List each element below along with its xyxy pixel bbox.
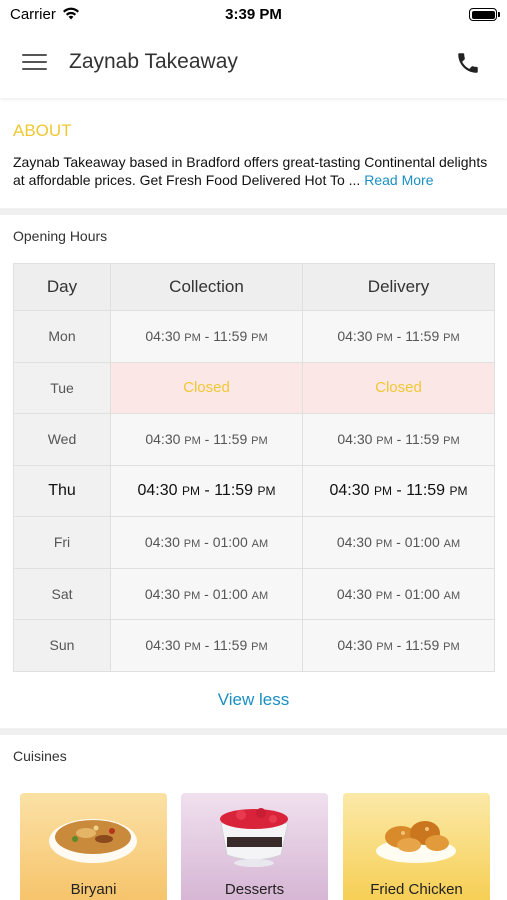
table-row: Mon 04:30 PM - 11:59 PM 04:30 PM - 11:59… bbox=[13, 310, 495, 363]
day-cell: Mon bbox=[13, 310, 111, 363]
collection-hours-cell: 04:30 PM - 01:00 AM bbox=[110, 516, 303, 569]
delivery-hours-cell: 04:30 PM - 11:59 PM bbox=[302, 413, 495, 466]
delivery-hours-cell: 04:30 PM - 01:00 AM bbox=[302, 516, 495, 569]
delivery-hours-cell: 04:30 PM - 11:59 PM bbox=[302, 619, 495, 672]
battery-icon bbox=[469, 8, 500, 21]
app-header: Zaynab Takeaway bbox=[0, 30, 507, 98]
column-header-day: Day bbox=[13, 263, 111, 311]
collection-hours-cell: 04:30 PM - 11:59 PM bbox=[110, 619, 303, 672]
day-cell: Fri bbox=[13, 516, 111, 569]
section-divider bbox=[0, 208, 507, 215]
collection-hours-cell: 04:30 PM - 11:59 PM bbox=[110, 310, 303, 363]
about-heading: ABOUT bbox=[13, 121, 72, 140]
day-cell: Wed bbox=[13, 413, 111, 466]
cuisine-card-fried-chicken[interactable]: Fried Chicken bbox=[343, 793, 490, 900]
view-less-link[interactable]: View less bbox=[0, 690, 507, 710]
delivery-hours-cell: 04:30 PM - 11:59 PM bbox=[302, 310, 495, 363]
clock: 3:39 PM bbox=[225, 6, 282, 23]
biryani-image bbox=[49, 819, 137, 863]
collection-hours-cell: 04:30 PM - 11:59 PM bbox=[110, 413, 303, 466]
table-row-today: Thu 04:30 PM - 11:59 PM 04:30 PM - 11:59… bbox=[13, 464, 495, 517]
page-title: Zaynab Takeaway bbox=[69, 50, 238, 73]
cuisine-label: Fried Chicken bbox=[370, 881, 463, 898]
collection-hours-cell: 04:30 PM - 11:59 PM bbox=[110, 464, 303, 517]
table-row: Wed 04:30 PM - 11:59 PM 04:30 PM - 11:59… bbox=[13, 413, 495, 466]
table-row: Sat 04:30 PM - 01:00 AM 04:30 PM - 01:00… bbox=[13, 567, 495, 620]
read-more-link[interactable]: Read More bbox=[364, 172, 433, 188]
opening-hours-heading: Opening Hours bbox=[13, 228, 108, 244]
collection-closed-cell: Closed bbox=[110, 361, 303, 414]
desserts-image bbox=[220, 808, 289, 867]
table-row: Sun 04:30 PM - 11:59 PM 04:30 PM - 11:59… bbox=[13, 619, 495, 672]
status-bar: Carrier 3:39 PM bbox=[0, 0, 507, 30]
delivery-hours-cell: 04:30 PM - 01:00 AM bbox=[302, 567, 495, 620]
fried-chicken-image bbox=[376, 821, 456, 863]
section-divider bbox=[0, 728, 507, 735]
opening-hours-table: Day Collection Delivery Mon 04:30 PM - 1… bbox=[13, 263, 495, 672]
cuisine-label: Biryani bbox=[70, 881, 117, 898]
about-description: Zaynab Takeaway based in Bradford offers… bbox=[13, 153, 499, 189]
day-cell: Sun bbox=[13, 619, 111, 672]
table-header-row: Day Collection Delivery bbox=[13, 263, 495, 311]
delivery-hours-cell: 04:30 PM - 11:59 PM bbox=[302, 464, 495, 517]
cuisine-card-biryani[interactable]: Biryani bbox=[20, 793, 167, 900]
table-row: Tue Closed Closed bbox=[13, 361, 495, 414]
cuisine-label: Desserts bbox=[224, 881, 285, 898]
delivery-closed-cell: Closed bbox=[302, 361, 495, 414]
column-header-collection: Collection bbox=[110, 263, 303, 311]
day-cell: Thu bbox=[13, 464, 111, 517]
collection-hours-cell: 04:30 PM - 01:00 AM bbox=[110, 567, 303, 620]
day-cell: Tue bbox=[13, 361, 111, 414]
day-cell: Sat bbox=[13, 567, 111, 620]
table-row: Fri 04:30 PM - 01:00 AM 04:30 PM - 01:00… bbox=[13, 516, 495, 569]
phone-icon[interactable] bbox=[455, 50, 481, 76]
cuisine-card-desserts[interactable]: Desserts bbox=[181, 793, 328, 900]
menu-icon[interactable] bbox=[22, 52, 48, 72]
column-header-delivery: Delivery bbox=[302, 263, 495, 311]
cuisines-heading: Cuisines bbox=[13, 748, 67, 764]
